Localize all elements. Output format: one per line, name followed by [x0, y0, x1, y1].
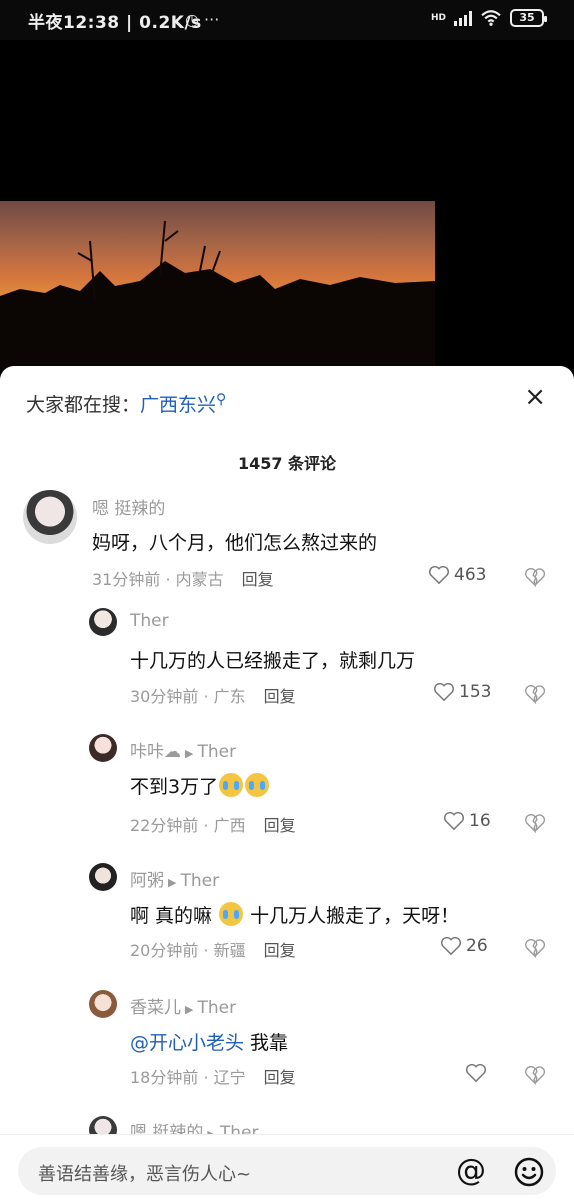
- comment-text-content: 我靠: [244, 1032, 289, 1054]
- trending-search-prefix: 大家都在搜：: [26, 394, 141, 416]
- alarm-and-more-icon: ◷ ···: [185, 10, 220, 29]
- comment-text-part: 十几万人搬走了，天呀！: [244, 905, 460, 927]
- comment-text-part: 啊 真的嘛: [130, 905, 213, 927]
- at-mention-icon[interactable]: @: [456, 1153, 486, 1188]
- like-button[interactable]: [465, 1063, 487, 1083]
- avatar[interactable]: [89, 734, 117, 762]
- comment-meta: 20分钟前 · 新疆 回复: [130, 941, 296, 960]
- like-count: 463: [454, 565, 487, 585]
- comment-location: 内蒙古: [175, 570, 224, 589]
- comment-location: 广西: [213, 816, 246, 835]
- comment-time: 20分钟前: [130, 941, 199, 960]
- user-mention-link[interactable]: @开心小老头: [130, 1032, 244, 1054]
- comment-time: 22分钟前: [130, 816, 199, 835]
- crying-emoji-icon: [219, 902, 244, 926]
- heart-icon: [444, 811, 464, 831]
- heart-icon: [429, 565, 449, 585]
- signal-icon: [454, 10, 472, 26]
- comment-text: 十几万的人已经搬走了，就剩几万: [130, 650, 416, 672]
- crying-emoji-icon: [245, 773, 270, 797]
- reply-button[interactable]: 回复: [264, 941, 296, 960]
- comment-meta: 31分钟前 · 内蒙古 回复: [92, 570, 274, 589]
- like-button[interactable]: 16: [443, 811, 491, 831]
- status-bar: 半夜12:38 | 0.2K/s ◷ ··· HD 35: [0, 0, 574, 40]
- reply-button[interactable]: 回复: [264, 1068, 296, 1087]
- status-time: 半夜12:38 | 0.2K/s: [28, 13, 202, 33]
- comment-time: 30分钟前: [130, 687, 199, 706]
- comment-location: 辽宁: [213, 1068, 246, 1087]
- avatar[interactable]: [23, 490, 77, 544]
- close-icon[interactable]: ×: [524, 382, 546, 412]
- broken-heart-icon[interactable]: [524, 813, 546, 833]
- comment-username[interactable]: 嗯 挺辣的: [92, 494, 165, 519]
- hd-network-label: HD: [430, 12, 446, 23]
- heart-icon: [466, 1063, 486, 1083]
- emoji-icon[interactable]: [513, 1156, 545, 1188]
- username-text: 阿粥: [130, 871, 164, 891]
- comments-panel: 大家都在搜：广西东兴⚲ × 1457 条评论 嗯 挺辣的 妈呀，八个月，他们怎么…: [0, 366, 574, 1200]
- comment-username[interactable]: 阿粥 ▶ Ther: [130, 866, 219, 891]
- reply-button[interactable]: 回复: [264, 816, 296, 835]
- reply-target[interactable]: Ther: [197, 998, 236, 1018]
- sunset-video-frame: [0, 201, 435, 371]
- heart-icon: [441, 936, 461, 956]
- broken-heart-icon[interactable]: [524, 684, 546, 704]
- crying-emoji-icon: [219, 773, 244, 797]
- broken-heart-icon[interactable]: [524, 567, 546, 587]
- wifi-icon: [481, 10, 501, 26]
- avatar[interactable]: [89, 608, 117, 636]
- comment-time: 18分钟前: [130, 1068, 199, 1087]
- like-button[interactable]: 463: [428, 565, 486, 585]
- comment-input-bar: 善语结善缘，恶言伤人心~ @: [0, 1134, 574, 1200]
- like-count: 26: [466, 936, 488, 956]
- avatar[interactable]: [89, 863, 117, 891]
- heart-icon: [434, 682, 454, 702]
- trending-search-term[interactable]: 广西东兴: [140, 394, 216, 416]
- comment-username[interactable]: 咔咔☁ ▶ Ther: [130, 737, 236, 762]
- username-text: 咔咔: [130, 742, 164, 762]
- like-count: 153: [459, 682, 492, 702]
- comment-text: 不到3万了: [130, 772, 270, 799]
- reply-button[interactable]: 回复: [242, 570, 274, 589]
- comment-meta: 18分钟前 · 辽宁 回复: [130, 1068, 296, 1087]
- comment-username[interactable]: 香菜儿 ▶ Ther: [130, 993, 236, 1018]
- comment-text: 妈呀，八个月，他们怎么熬过来的: [92, 532, 378, 554]
- comment-time: 31分钟前: [92, 570, 161, 589]
- reply-arrow-icon: ▶: [168, 876, 177, 889]
- avatar[interactable]: [89, 990, 117, 1018]
- broken-heart-icon[interactable]: [524, 1065, 546, 1085]
- reply-arrow-icon: ▶: [185, 747, 194, 760]
- trending-search[interactable]: 大家都在搜：广西东兴⚲: [26, 390, 226, 417]
- reply-target[interactable]: Ther: [180, 871, 219, 891]
- reply-arrow-icon: ▶: [185, 1003, 194, 1016]
- tree-silhouette: [0, 220, 435, 371]
- comment-count: 1457 条评论: [237, 454, 337, 473]
- battery-icon: 35: [510, 9, 547, 27]
- comment-meta: 22分钟前 · 广西 回复: [130, 816, 296, 835]
- comment-text-content: 不到3万了: [130, 776, 219, 798]
- comment-location: 新疆: [213, 941, 246, 960]
- comment-meta: 30分钟前 · 广东 回复: [130, 687, 296, 706]
- comment-text: @开心小老头 我靠: [130, 1028, 288, 1055]
- username-text: 香菜儿: [130, 998, 181, 1018]
- comment-location: 广东: [213, 687, 246, 706]
- comment-input-placeholder: 善语结善缘，恶言伤人心~: [38, 1164, 252, 1185]
- reply-target[interactable]: Ther: [197, 742, 236, 762]
- like-count: 16: [469, 811, 491, 831]
- comment-username[interactable]: Ther: [130, 611, 169, 631]
- like-button[interactable]: 153: [433, 682, 491, 702]
- video-player[interactable]: [0, 40, 574, 371]
- like-button[interactable]: 26: [440, 936, 488, 956]
- comment-input[interactable]: 善语结善缘，恶言伤人心~ @: [18, 1147, 556, 1195]
- reply-button[interactable]: 回复: [264, 687, 296, 706]
- search-icon: ⚲: [216, 391, 227, 408]
- comment-text: 啊 真的嘛 十几万人搬走了，天呀！: [130, 901, 459, 928]
- broken-heart-icon[interactable]: [524, 938, 546, 958]
